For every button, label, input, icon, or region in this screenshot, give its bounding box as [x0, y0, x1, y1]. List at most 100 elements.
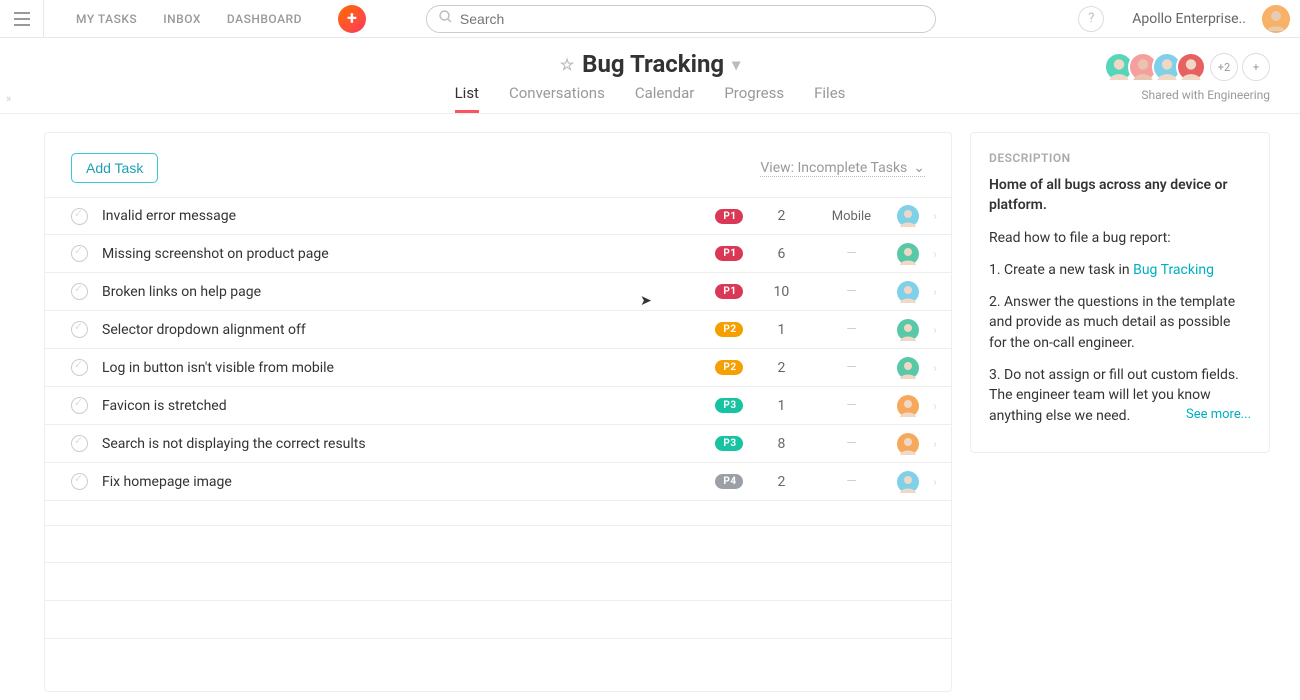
task-platform: — — [819, 474, 883, 489]
task-count: 8 — [757, 436, 805, 452]
add-task-button[interactable]: Add Task — [71, 153, 158, 183]
description-line: 1. Create a new task in Bug Tracking — [989, 260, 1251, 280]
empty-task-row[interactable] — [45, 601, 951, 639]
see-more-link[interactable]: See more... — [1186, 406, 1251, 425]
task-platform: — — [819, 284, 883, 299]
assignee-avatar[interactable] — [897, 281, 919, 303]
chevron-right-icon: › — [933, 323, 937, 337]
priority-badge: P1 — [715, 209, 743, 224]
chevron-right-icon: › — [933, 361, 937, 375]
nav-my-tasks[interactable]: MY TASKS — [76, 12, 137, 26]
view-filter-label: View: Incomplete Tasks — [760, 160, 907, 176]
add-member-button[interactable]: + — [1242, 53, 1270, 81]
chevron-right-icon: › — [933, 247, 937, 261]
task-row[interactable]: Log in button isn't visible from mobile P… — [45, 349, 951, 387]
complete-checkbox[interactable] — [71, 473, 88, 490]
project-members: +2 + — [1110, 52, 1270, 82]
complete-checkbox[interactable] — [71, 397, 88, 414]
search-input-wrap[interactable] — [426, 5, 936, 33]
description-card: DESCRIPTION Home of all bugs across any … — [970, 132, 1270, 453]
assignee-avatar[interactable] — [897, 433, 919, 455]
view-filter[interactable]: View: Incomplete Tasks ⌄ — [760, 160, 925, 177]
global-add-button[interactable]: + — [338, 5, 366, 33]
task-row[interactable]: Broken links on help pageP110—› — [45, 273, 951, 311]
task-row[interactable]: Missing screenshot on product pageP16—› — [45, 235, 951, 273]
empty-task-row[interactable] — [45, 525, 951, 563]
task-count: 2 — [757, 474, 805, 490]
chevron-down-icon: ⌄ — [913, 160, 925, 176]
priority-badge: P3 — [715, 436, 743, 451]
complete-checkbox[interactable] — [71, 245, 88, 262]
priority-badge: P1 — [715, 284, 743, 299]
assignee-avatar[interactable] — [897, 205, 919, 227]
favorite-star-icon[interactable]: ☆ — [560, 55, 574, 74]
workspace-switcher[interactable]: Apollo Enterprise.. — [1132, 11, 1246, 27]
task-row[interactable]: Fix homepage imageP42—› — [45, 463, 951, 501]
assignee-avatar[interactable] — [897, 319, 919, 341]
complete-checkbox[interactable] — [71, 208, 88, 225]
empty-task-row[interactable] — [45, 563, 951, 601]
task-row[interactable]: Search is not displaying the correct res… — [45, 425, 951, 463]
task-count: 1 — [757, 398, 805, 414]
search-input[interactable] — [460, 11, 923, 27]
assignee-avatar[interactable] — [897, 243, 919, 265]
tab-calendar[interactable]: Calendar — [635, 84, 695, 113]
complete-checkbox[interactable] — [71, 435, 88, 452]
priority-badge: P3 — [715, 398, 743, 413]
complete-checkbox[interactable] — [71, 359, 88, 376]
priority-badge: P2 — [715, 322, 743, 337]
task-title[interactable]: Fix homepage image — [102, 474, 701, 490]
tab-conversations[interactable]: Conversations — [509, 84, 605, 113]
task-row[interactable]: Favicon is stretchedP31—› — [45, 387, 951, 425]
task-platform: Mobile — [819, 209, 883, 224]
assignee-avatar[interactable] — [897, 395, 919, 417]
task-title[interactable]: Missing screenshot on product page — [102, 246, 701, 262]
description-heading: DESCRIPTION — [989, 151, 1251, 165]
shared-with-label[interactable]: Shared with Engineering — [1141, 88, 1270, 102]
task-title[interactable]: Invalid error message — [102, 208, 701, 224]
task-platform: — — [819, 322, 883, 337]
description-line: Read how to file a bug report: — [989, 228, 1251, 248]
member-overflow[interactable]: +2 — [1210, 53, 1238, 81]
complete-checkbox[interactable] — [71, 321, 88, 338]
task-row[interactable]: Selector dropdown alignment off P2 1 — › — [45, 311, 951, 349]
task-title[interactable]: Broken links on help page — [102, 284, 701, 300]
description-text: 1. Create a new task in — [989, 262, 1133, 278]
task-title[interactable]: Favicon is stretched — [102, 398, 701, 414]
description-line: 3. Do not assign or fill out custom fiel… — [989, 365, 1251, 426]
nav-inbox[interactable]: INBOX — [163, 12, 201, 26]
help-button[interactable]: ? — [1078, 6, 1104, 32]
member-avatar[interactable] — [1176, 52, 1206, 82]
chevron-right-icon: › — [933, 209, 937, 223]
current-user-avatar[interactable] — [1262, 5, 1290, 33]
task-title[interactable]: Log in button isn't visible from mobile — [102, 360, 701, 376]
task-count: 2 — [757, 360, 805, 376]
tab-progress[interactable]: Progress — [724, 84, 784, 113]
priority-badge: P2 — [715, 360, 743, 375]
description-line: 2. Answer the questions in the template … — [989, 292, 1251, 353]
assignee-avatar[interactable] — [897, 471, 919, 493]
task-count: 10 — [757, 284, 805, 300]
task-platform: — — [819, 360, 883, 375]
tab-files[interactable]: Files — [814, 84, 845, 113]
search-icon — [439, 10, 452, 27]
complete-checkbox[interactable] — [71, 283, 88, 300]
assignee-avatar[interactable] — [897, 357, 919, 379]
bug-tracking-link[interactable]: Bug Tracking — [1133, 262, 1214, 278]
task-count: 1 — [757, 322, 805, 338]
task-title[interactable]: Search is not displaying the correct res… — [102, 436, 701, 452]
tab-list[interactable]: List — [455, 84, 479, 113]
project-title[interactable]: ☆ Bug Tracking ▾ — [560, 50, 740, 78]
priority-badge: P4 — [715, 474, 743, 489]
chevron-right-icon: › — [933, 437, 937, 451]
priority-badge: P1 — [715, 246, 743, 261]
chevron-right-icon: › — [933, 399, 937, 413]
task-count: 2 — [757, 208, 805, 224]
task-row[interactable]: Invalid error message P1 2 Mobile › — [45, 197, 951, 235]
nav-dashboard[interactable]: DASHBOARD — [227, 12, 302, 26]
project-title-text: Bug Tracking — [582, 50, 724, 78]
menu-icon[interactable] — [0, 0, 44, 38]
project-menu-caret-icon[interactable]: ▾ — [732, 55, 740, 74]
task-list-panel: Add Task View: Incomplete Tasks ⌄ Invali… — [44, 132, 952, 692]
task-title[interactable]: Selector dropdown alignment off — [102, 322, 701, 338]
